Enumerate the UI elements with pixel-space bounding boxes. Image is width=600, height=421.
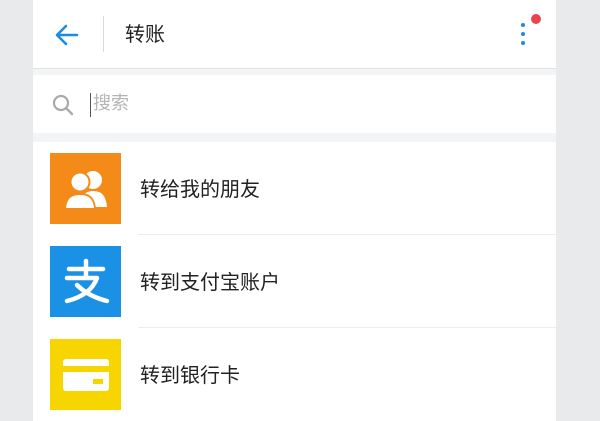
search-icon — [52, 94, 74, 116]
more-dots-icon — [521, 23, 525, 27]
transfer-to-alipay-label: 转到支付宝账户 — [140, 270, 280, 294]
top-bar: 转账 — [33, 0, 556, 69]
transfer-to-bank-card-item[interactable]: 转到银行卡 — [33, 328, 556, 421]
phone-screen: 转账 搜索 转给我的朋友 转到支付宝账户 转到银行卡 — [33, 0, 556, 421]
transfer-to-friends-item[interactable]: 转给我的朋友 — [33, 142, 556, 235]
friends-glyph — [63, 170, 107, 209]
bank-card-icon — [50, 339, 121, 410]
back-button[interactable] — [51, 19, 83, 51]
more-options-button[interactable] — [509, 14, 543, 54]
friends-icon — [50, 153, 121, 224]
notification-badge — [531, 14, 541, 24]
transfer-to-friends-label: 转给我的朋友 — [140, 177, 260, 201]
text-caret — [90, 93, 91, 117]
more-dot-bottom — [521, 41, 525, 45]
transfer-to-bank-card-label: 转到银行卡 — [140, 363, 240, 387]
header-divider — [103, 16, 104, 52]
search-placeholder: 搜索 — [93, 93, 129, 114]
bank-card-glyph — [62, 358, 109, 391]
search-input[interactable]: 搜索 — [33, 75, 556, 133]
page-title: 转账 — [125, 22, 165, 46]
alipay-icon — [50, 246, 121, 317]
back-arrow-icon — [55, 24, 79, 46]
transfer-to-alipay-item[interactable]: 转到支付宝账户 — [33, 235, 556, 328]
transfer-options-list: 转给我的朋友 转到支付宝账户 转到银行卡 — [33, 142, 556, 421]
more-dot-middle — [521, 32, 525, 36]
alipay-glyph — [64, 258, 109, 303]
